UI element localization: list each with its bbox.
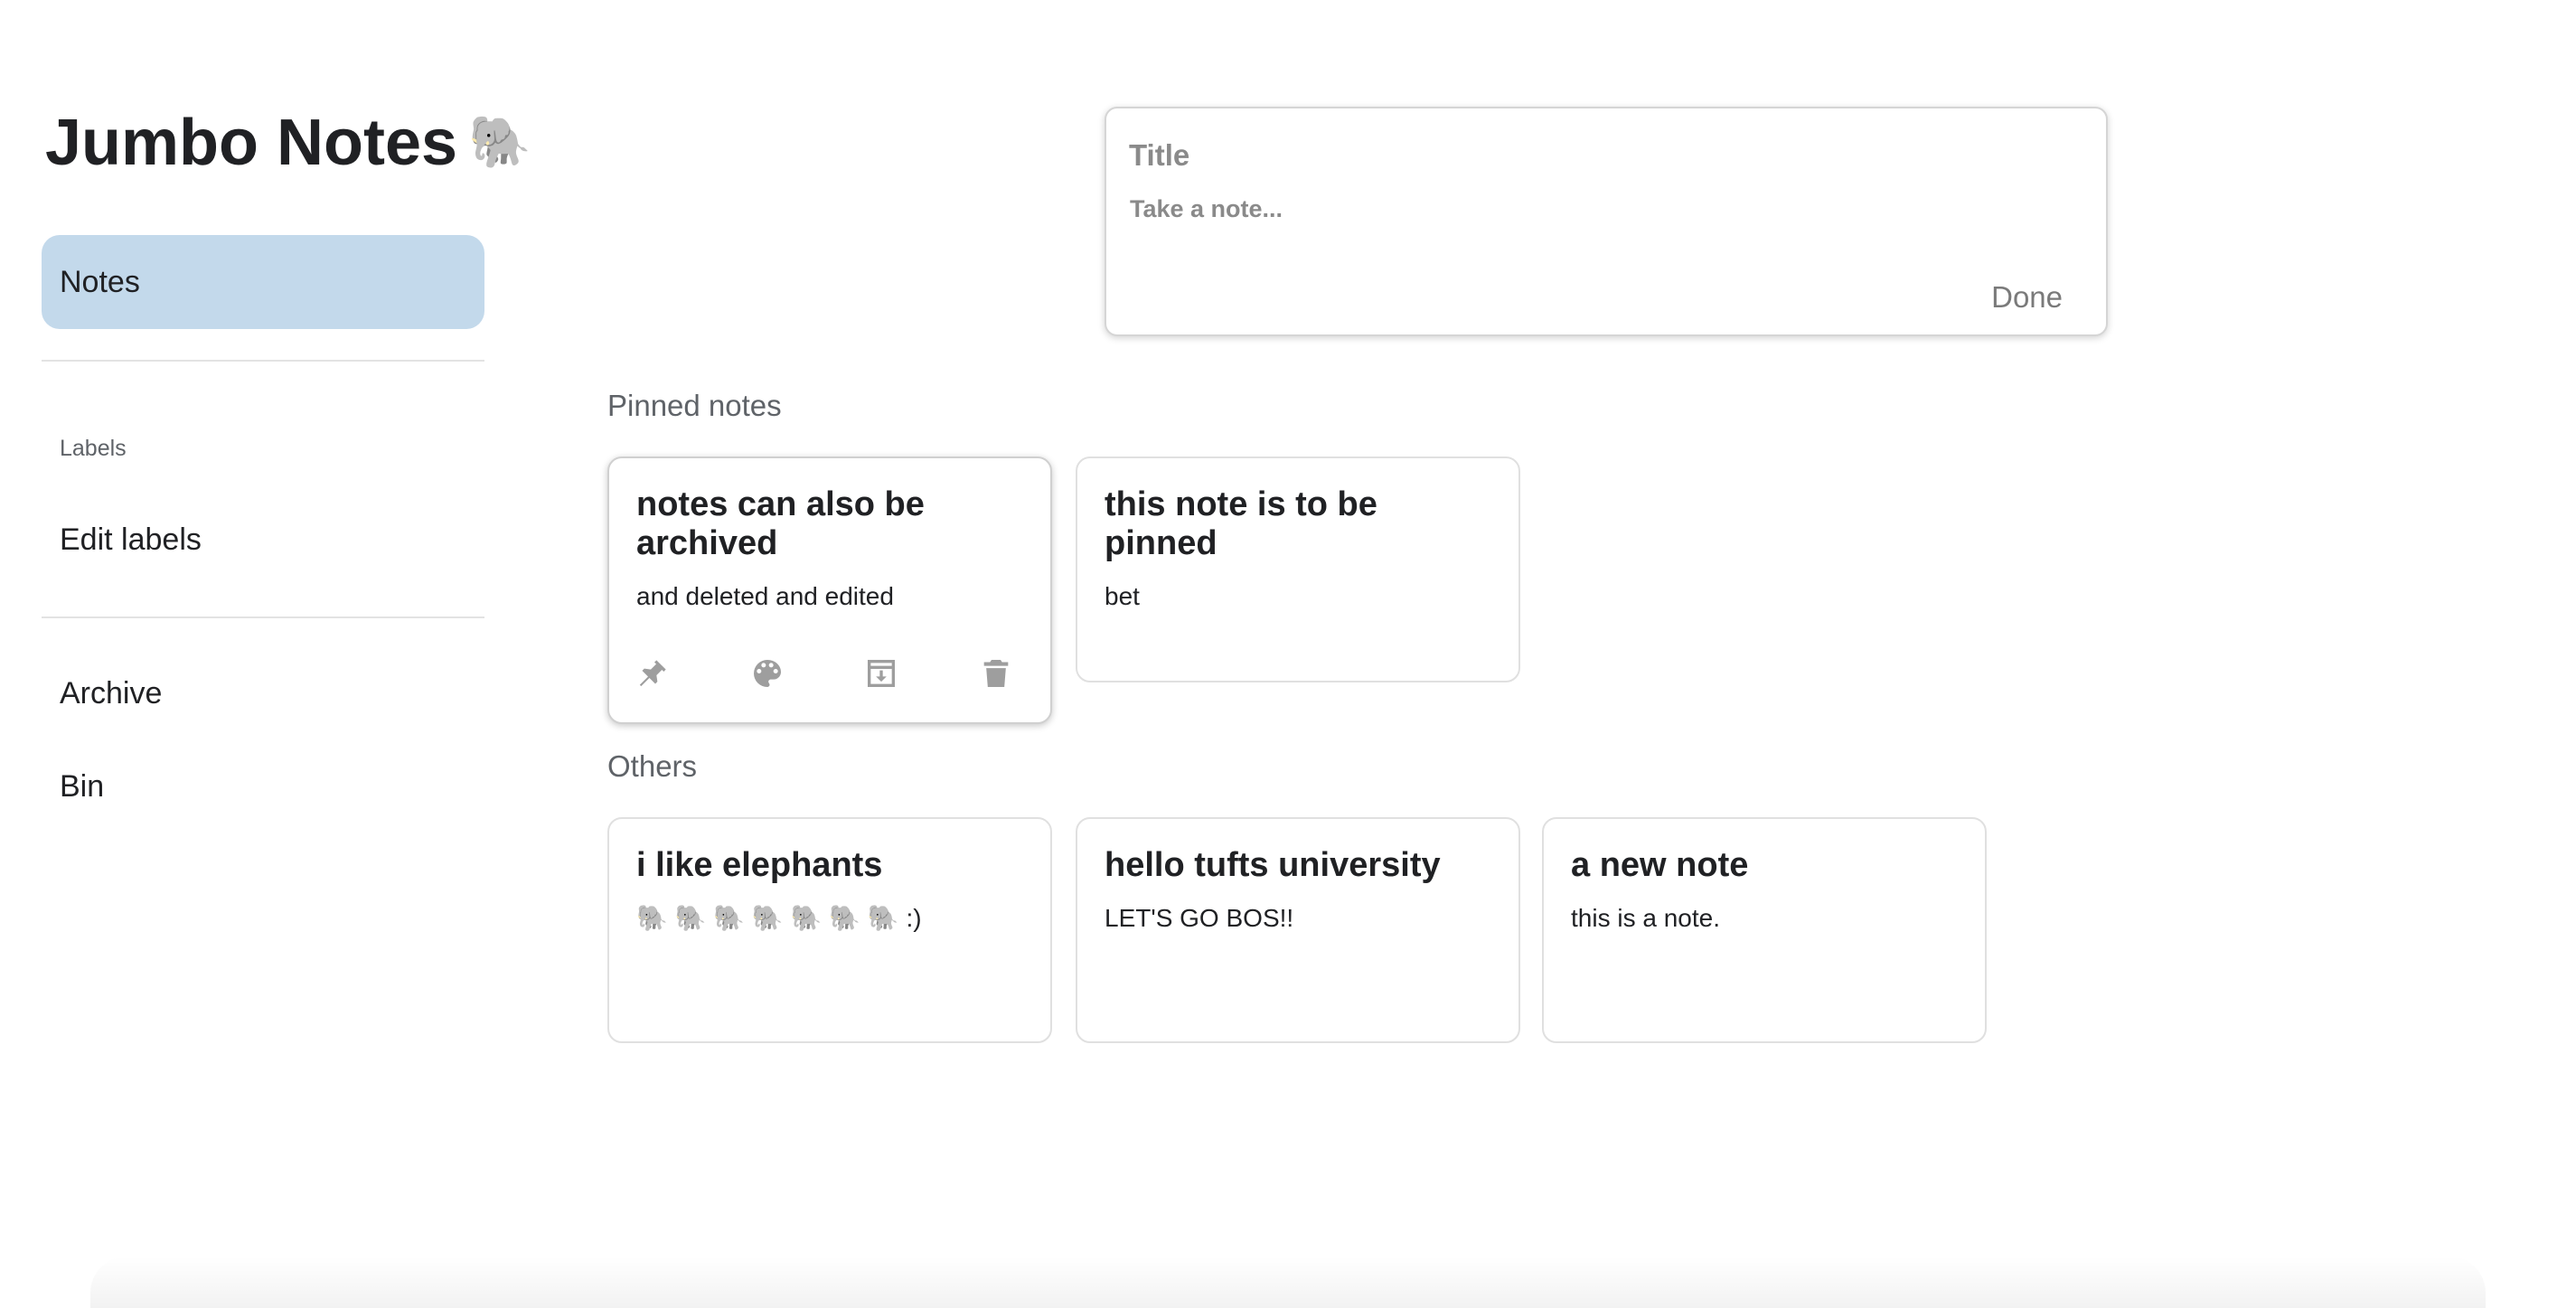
note-title: this note is to be pinned — [1105, 485, 1377, 562]
others-heading: Others — [607, 749, 698, 783]
note-title: a new note — [1571, 846, 1749, 884]
pin-icon[interactable] — [635, 655, 671, 692]
labels-caption: Labels — [60, 436, 127, 461]
note-title-input[interactable] — [1129, 134, 2078, 177]
sidebar-item-archive-label: Archive — [60, 676, 163, 710]
sidebar-item-edit-labels[interactable]: Edit labels — [42, 493, 484, 587]
archive-icon[interactable] — [863, 655, 899, 692]
app-root: Jumbo Notes 🐘 Notes Labels Edit labels Ar… — [0, 0, 2576, 1308]
note-title: hello tufts university — [1105, 846, 1441, 884]
sidebar-item-archive[interactable]: Archive — [42, 646, 484, 740]
trash-icon[interactable] — [978, 655, 1014, 692]
note-card[interactable]: hello tufts university LET'S GO BOS!! — [1076, 817, 1520, 1043]
done-button[interactable]: Done — [1991, 280, 2063, 315]
note-card[interactable]: a new note this is a note. — [1542, 817, 1987, 1043]
note-body: LET'S GO BOS!! — [1105, 904, 1294, 932]
sidebar-divider — [42, 360, 484, 362]
app-title-text: Jumbo Notes — [45, 107, 458, 179]
sidebar-item-notes-label: Notes — [60, 265, 140, 299]
note-title: i like elephants — [636, 846, 883, 884]
sidebar-divider — [42, 616, 484, 618]
sidebar-item-notes[interactable]: Notes — [42, 235, 484, 329]
app-title: Jumbo Notes 🐘 — [45, 101, 531, 183]
note-actions — [635, 655, 1014, 692]
note-composer: Done — [1105, 107, 2108, 336]
note-card[interactable]: i like elephants 🐘 🐘 🐘 🐘 🐘 🐘 🐘 :) — [607, 817, 1052, 1043]
note-body: and deleted and edited — [636, 582, 894, 610]
note-title: notes can also be archived — [636, 485, 925, 562]
sidebar-item-bin-label: Bin — [60, 769, 105, 804]
sidebar-item-bin[interactable]: Bin — [42, 739, 484, 833]
pinned-notes-heading: Pinned notes — [607, 389, 782, 422]
note-card[interactable]: notes can also be archived and deleted a… — [607, 456, 1052, 724]
note-body-input[interactable] — [1130, 195, 2079, 246]
note-body: this is a note. — [1571, 904, 1720, 932]
note-body: 🐘 🐘 🐘 🐘 🐘 🐘 🐘 :) — [636, 904, 922, 932]
palette-icon[interactable] — [749, 655, 785, 692]
note-body: bet — [1105, 582, 1140, 610]
sidebar: Jumbo Notes 🐘 Notes Labels Edit labels Ar… — [0, 0, 531, 1308]
elephant-icon: 🐘 — [468, 113, 531, 170]
bottom-shadow — [90, 1256, 2486, 1308]
sidebar-item-edit-labels-label: Edit labels — [60, 522, 202, 557]
note-card[interactable]: this note is to be pinned bet — [1076, 456, 1520, 682]
